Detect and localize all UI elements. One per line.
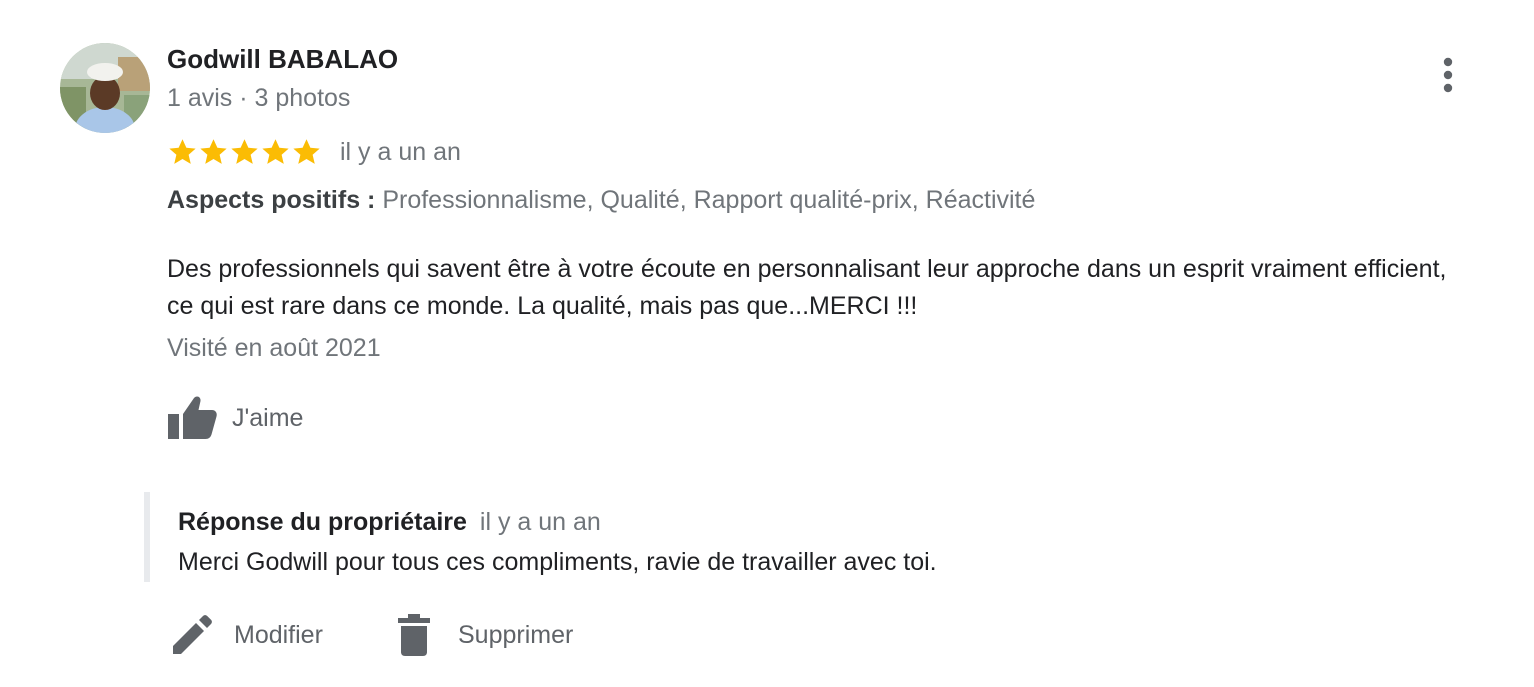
star-icon xyxy=(169,139,196,164)
owner-response-text: Merci Godwill pour tous ces compliments,… xyxy=(178,548,937,576)
like-label: J'aime xyxy=(232,403,304,432)
visit-date: Visité en août 2021 xyxy=(167,334,381,362)
star-icon xyxy=(262,139,289,164)
delete-label: Supprimer xyxy=(458,620,574,649)
like-button[interactable]: J'aime xyxy=(166,394,303,442)
more-vert-icon xyxy=(1443,57,1453,93)
star-rating xyxy=(167,137,322,167)
review-date: il y a un an xyxy=(340,137,461,166)
star-icon xyxy=(200,139,227,164)
owner-response-title: Réponse du propriétaire xyxy=(178,508,467,536)
avatar[interactable] xyxy=(60,43,150,133)
pencil-icon xyxy=(173,615,212,654)
more-options-button[interactable] xyxy=(1432,56,1464,96)
edit-button[interactable]: Modifier xyxy=(170,610,323,660)
thumb-up-icon xyxy=(168,396,217,439)
edit-label: Modifier xyxy=(234,620,323,649)
aspects-values: Professionnalisme, Qualité, Rapport qual… xyxy=(382,186,1036,214)
author-meta: 1 avis · 3 photos xyxy=(167,84,351,112)
star-icon xyxy=(231,139,258,164)
owner-response-header: Réponse du propriétaire il y a un an xyxy=(178,508,601,537)
aspects-label: Aspects positifs : xyxy=(167,186,376,214)
star-icon xyxy=(293,139,320,164)
trash-icon xyxy=(398,614,430,656)
review-text: Des professionnels qui savent être à vot… xyxy=(167,255,1447,320)
avatar-photo xyxy=(60,43,150,133)
review-aspects: Aspects positifs : Professionnalisme, Qu… xyxy=(167,186,1035,215)
rating-row: il y a un an xyxy=(167,135,461,169)
delete-button[interactable]: Supprimer xyxy=(396,610,573,660)
owner-response-date: il y a un an xyxy=(479,508,601,536)
owner-response: Réponse du propriétaire il y a un an Mer… xyxy=(144,492,1450,582)
author-name[interactable]: Godwill BABALAO xyxy=(167,44,398,75)
